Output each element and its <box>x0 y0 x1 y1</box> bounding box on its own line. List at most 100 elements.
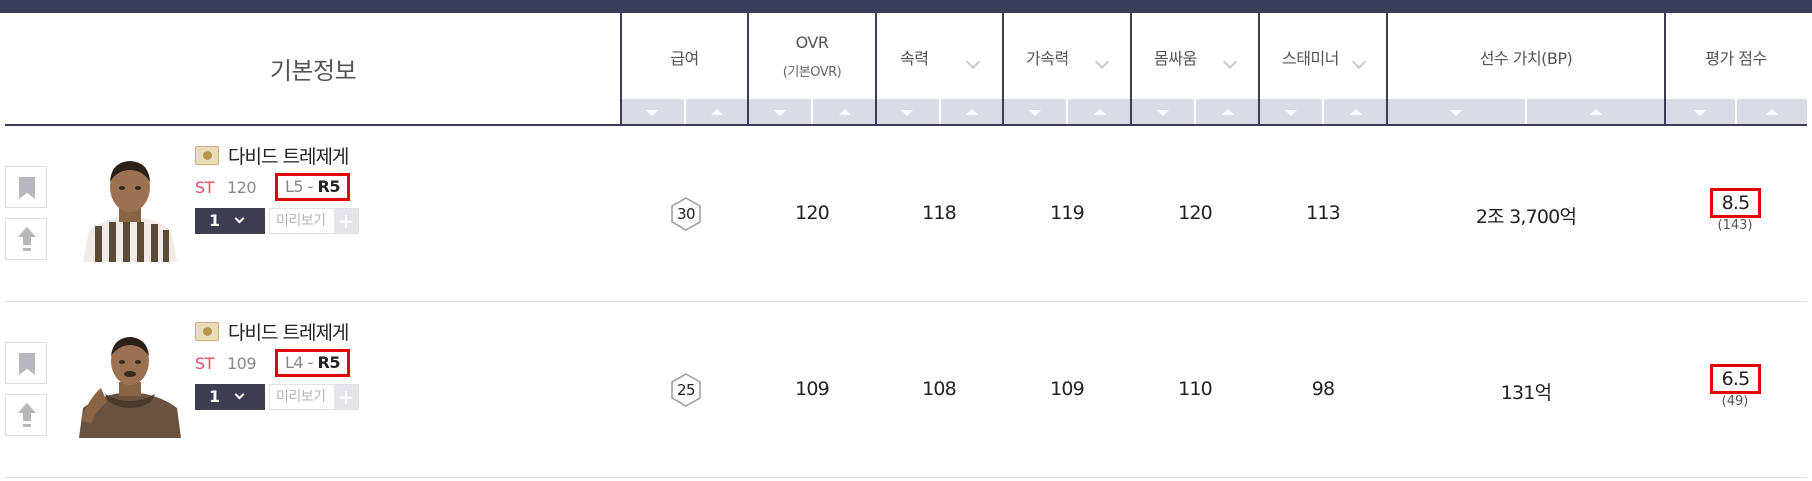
sort-asc-physical[interactable] <box>1196 99 1259 126</box>
header-divider <box>1386 13 1388 126</box>
speed-value: 118 <box>922 202 957 224</box>
ovr-value: 120 <box>795 202 830 224</box>
sort-asc-ovr[interactable] <box>813 99 876 126</box>
header-stamina-label: 스태미너 <box>1282 49 1339 68</box>
header-basic-info: 기본정보 <box>5 13 621 126</box>
salary-value: 25 <box>676 381 696 399</box>
header-divider <box>1130 13 1132 126</box>
header-divider <box>875 13 877 126</box>
player-photo[interactable] <box>75 328 185 438</box>
rating-score: 8.5 <box>1710 188 1761 218</box>
header-ovr-sublabel: (기본OVR) <box>782 65 842 80</box>
sort-desc-salary[interactable] <box>621 99 686 126</box>
table-row: 다비드 트레제게 ST 109 L4 - R5 1 미리보기 + 25 109 … <box>5 302 1807 478</box>
plus-icon[interactable]: + <box>334 385 358 409</box>
up-arrow-icon <box>18 227 36 249</box>
season-icon <box>195 322 219 341</box>
header-acceleration-label: 가속력 <box>1026 49 1069 68</box>
physical-value: 120 <box>1178 202 1213 224</box>
header-divider <box>620 13 622 126</box>
player-position: ST <box>195 178 214 197</box>
physical-value: 110 <box>1178 378 1213 400</box>
plus-icon[interactable]: + <box>334 209 358 233</box>
table-row: 다비드 트레제게 ST 120 L5 - R5 1 미리보기 + 30 120 … <box>5 126 1807 302</box>
rank-value: R5 <box>317 353 341 372</box>
stamina-value: 98 <box>1311 378 1335 400</box>
sort-asc-speed[interactable] <box>941 99 1004 126</box>
header-physical-label: 몸싸움 <box>1154 49 1197 68</box>
sort-desc-physical[interactable] <box>1131 99 1196 126</box>
header-value-label: 선수 가치(BP) <box>1479 49 1573 68</box>
position-ovr: 109 <box>227 354 257 373</box>
header-ovr-label: OVR <box>795 33 829 52</box>
rating-count: (49) <box>1721 394 1749 409</box>
grade-select[interactable]: 1 <box>195 208 265 234</box>
sort-asc-salary[interactable] <box>686 99 749 126</box>
salary-value: 30 <box>676 205 696 223</box>
header-top-bar <box>0 0 1812 13</box>
upgrade-button[interactable] <box>5 218 47 260</box>
header-speed-label: 속력 <box>900 49 929 68</box>
header-basic-info-label: 기본정보 <box>269 57 357 85</box>
preview-label: 미리보기 <box>276 213 326 229</box>
header-rating-label: 평가 점수 <box>1705 49 1767 68</box>
chevron-down-icon <box>234 213 245 224</box>
player-position: ST <box>195 354 214 373</box>
player-name[interactable]: 다비드 트레제게 <box>228 142 349 169</box>
header-value: 선수 가치(BP) <box>1387 13 1665 126</box>
level-value: L4 <box>285 353 304 372</box>
sort-asc-value[interactable] <box>1527 99 1665 126</box>
bookmark-button[interactable] <box>5 166 47 208</box>
sort-desc-speed[interactable] <box>876 99 941 126</box>
position-ovr: 120 <box>227 178 257 197</box>
bookmark-icon <box>19 177 35 199</box>
up-arrow-icon <box>18 403 36 425</box>
player-value: 131억 <box>1500 382 1552 404</box>
acceleration-value: 119 <box>1050 202 1085 224</box>
salary-value-wrap: 25 <box>669 372 703 408</box>
stamina-value: 113 <box>1306 202 1341 224</box>
grade-select[interactable]: 1 <box>195 384 265 410</box>
bookmark-button[interactable] <box>5 342 47 384</box>
preview-label: 미리보기 <box>276 389 326 405</box>
header-speed[interactable]: 속력 <box>876 13 1003 126</box>
acceleration-value: 109 <box>1050 378 1085 400</box>
header-stamina[interactable]: 스태미너 <box>1259 13 1387 126</box>
sort-asc-acceleration[interactable] <box>1068 99 1131 126</box>
player-name[interactable]: 다비드 트레제게 <box>228 318 349 345</box>
level-rank-badge: L5 - R5 <box>275 173 350 201</box>
header-salary-label: 급여 <box>670 49 699 68</box>
rating-count: (143) <box>1717 218 1753 233</box>
grade-value: 1 <box>209 211 221 230</box>
header-divider <box>1664 13 1666 126</box>
level-rank-badge: L4 - R5 <box>275 349 350 377</box>
rating-score: 6.5 <box>1710 364 1761 394</box>
ovr-value: 109 <box>795 378 830 400</box>
sort-desc-rating[interactable] <box>1665 99 1737 126</box>
sort-asc-stamina[interactable] <box>1324 99 1387 126</box>
header-divider <box>1002 13 1004 126</box>
player-photo[interactable] <box>75 152 185 262</box>
upgrade-button[interactable] <box>5 394 47 436</box>
preview-button[interactable]: 미리보기 + <box>269 208 359 234</box>
sort-desc-stamina[interactable] <box>1259 99 1324 126</box>
salary-value-wrap: 30 <box>669 196 703 232</box>
sort-asc-rating[interactable] <box>1737 99 1807 126</box>
speed-value: 108 <box>922 378 957 400</box>
level-value: L5 <box>285 177 304 196</box>
player-value: 2조 3,700억 <box>1475 206 1577 228</box>
preview-button[interactable]: 미리보기 + <box>269 384 359 410</box>
header-acceleration[interactable]: 가속력 <box>1003 13 1131 126</box>
sort-desc-value[interactable] <box>1387 99 1527 126</box>
bookmark-icon <box>19 353 35 375</box>
header-rating: 평가 점수 <box>1665 13 1807 126</box>
sort-desc-acceleration[interactable] <box>1003 99 1068 126</box>
chevron-down-icon <box>234 389 245 400</box>
rank-value: R5 <box>317 177 341 196</box>
header-physical[interactable]: 몸싸움 <box>1131 13 1259 126</box>
grade-value: 1 <box>209 387 221 406</box>
header-divider <box>747 13 749 126</box>
header-ovr: OVR (기본OVR) <box>748 13 876 126</box>
sort-desc-ovr[interactable] <box>748 99 813 126</box>
header-divider <box>1258 13 1260 126</box>
